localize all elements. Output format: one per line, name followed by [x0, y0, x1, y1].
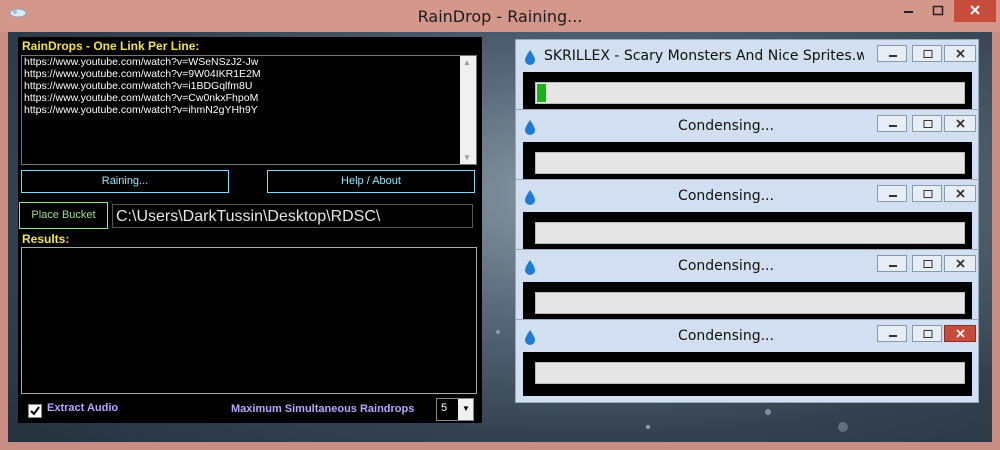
- download-minimize-button[interactable]: [877, 325, 907, 342]
- download-minimize-button[interactable]: [877, 45, 907, 62]
- link-line: https://www.youtube.com/watch?v=Cw0nkxFh…: [24, 92, 259, 104]
- progress-bar: [535, 152, 965, 174]
- download-maximize-button[interactable]: [912, 45, 942, 62]
- download-close-button[interactable]: [944, 185, 976, 202]
- scroll-down-icon[interactable]: ▼: [463, 153, 471, 162]
- max-raindrops-value: 5: [441, 402, 448, 414]
- vertical-scrollbar[interactable]: ▲ ▼: [460, 56, 476, 164]
- help-about-button[interactable]: Help / About: [267, 170, 475, 193]
- download-close-button[interactable]: [944, 325, 976, 342]
- download-close-button[interactable]: [944, 115, 976, 132]
- extract-audio-checkbox[interactable]: [28, 404, 42, 418]
- links-textarea[interactable]: https://www.youtube.com/watch?v=WSeNSzJ2…: [21, 55, 477, 165]
- window-title: RainDrop - Raining...: [417, 7, 583, 26]
- download-close-button[interactable]: [944, 255, 976, 272]
- scroll-up-icon[interactable]: ▲: [463, 58, 471, 67]
- download-title: SKRILLEX - Scary Monsters And Nice Sprit…: [544, 48, 864, 64]
- download-maximize-button[interactable]: [912, 185, 942, 202]
- link-line: https://www.youtube.com/watch?v=ihmN2gYH…: [24, 104, 258, 116]
- progress-bar: [535, 362, 965, 384]
- place-bucket-button[interactable]: Place Bucket: [19, 202, 108, 229]
- progress-bar: [535, 82, 965, 104]
- progress-bar: [535, 222, 965, 244]
- link-line: https://www.youtube.com/watch?v=i1BDGqlf…: [24, 80, 253, 92]
- download-window: Condensing...: [515, 319, 979, 403]
- water-drop-icon: [522, 49, 538, 65]
- chevron-down-icon[interactable]: ▼: [458, 399, 473, 420]
- download-title: Condensing...: [678, 188, 774, 204]
- title-bar: RainDrop - Raining...: [0, 0, 1000, 32]
- download-title: Condensing...: [678, 258, 774, 274]
- link-line: https://www.youtube.com/watch?v=9W04IKR1…: [24, 68, 261, 80]
- client-area: RainDrops - One Link Per Line: https://w…: [8, 32, 992, 442]
- results-box[interactable]: [21, 247, 477, 394]
- download-close-button[interactable]: [944, 45, 976, 62]
- max-raindrops-select[interactable]: 5 ▼: [436, 398, 474, 421]
- download-maximize-button[interactable]: [912, 325, 942, 342]
- link-line: https://www.youtube.com/watch?v=WSeNSzJ2…: [24, 56, 259, 68]
- links-label: RainDrops - One Link Per Line:: [22, 39, 200, 53]
- main-panel: RainDrops - One Link Per Line: https://w…: [18, 37, 482, 423]
- download-title: Condensing...: [678, 118, 774, 134]
- download-title: Condensing...: [678, 328, 774, 344]
- download-maximize-button[interactable]: [912, 115, 942, 132]
- close-button[interactable]: [954, 0, 996, 22]
- download-minimize-button[interactable]: [877, 185, 907, 202]
- progress-bar: [535, 292, 965, 314]
- extract-audio-label: Extract Audio: [47, 402, 119, 414]
- progress-fill: [537, 84, 546, 102]
- download-minimize-button[interactable]: [877, 115, 907, 132]
- max-raindrops-label: Maximum Simultaneous Raindrops: [231, 403, 415, 415]
- raining-button[interactable]: Raining...: [21, 170, 229, 193]
- results-label: Results:: [22, 232, 70, 246]
- download-body: [523, 352, 972, 396]
- download-maximize-button[interactable]: [912, 255, 942, 272]
- download-minimize-button[interactable]: [877, 255, 907, 272]
- maximize-button[interactable]: [920, 0, 956, 22]
- output-path-field[interactable]: C:\Users\DarkTussin\Desktop\RDSC\: [112, 204, 473, 228]
